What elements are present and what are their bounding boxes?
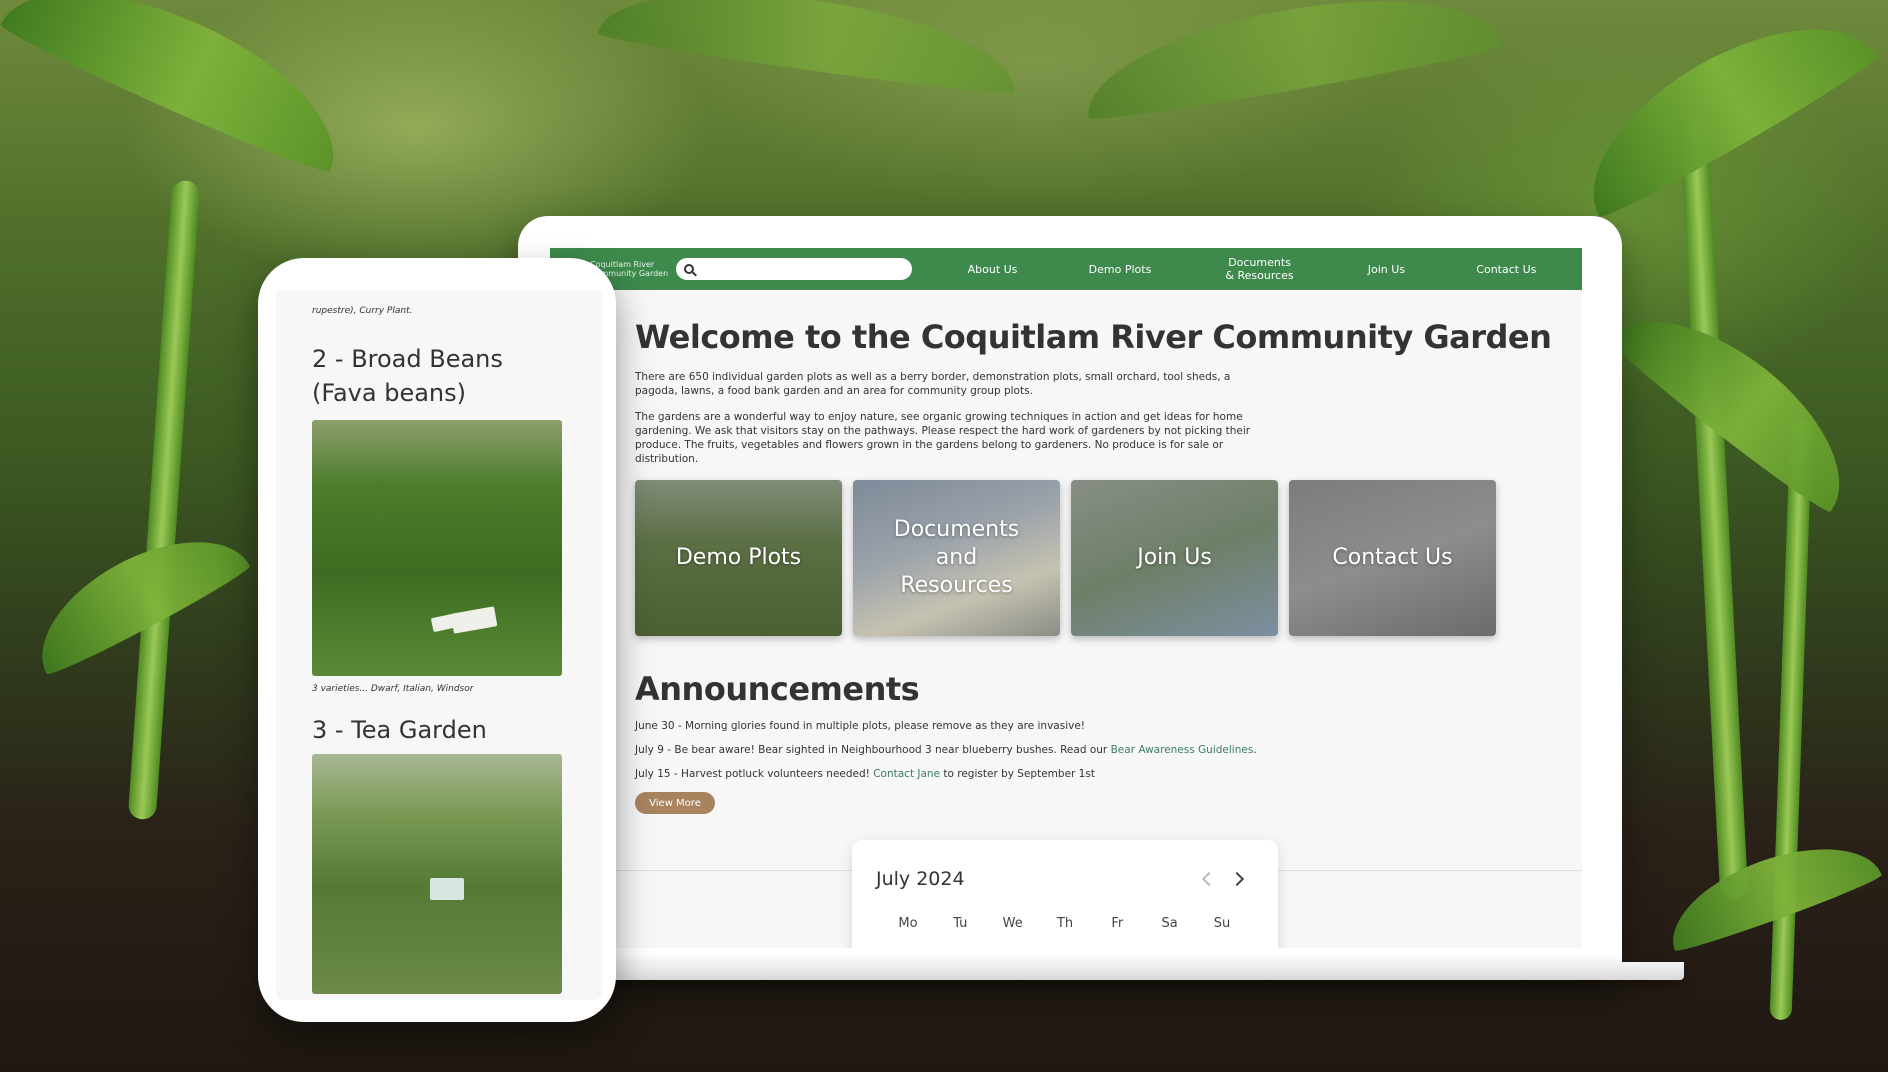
- weekday-label: Fr: [1111, 916, 1124, 931]
- tea-garden-photo: [312, 754, 562, 994]
- corn-leaf: [0, 0, 363, 180]
- corn-leaf: [17, 510, 253, 680]
- top-navbar: Coquitlam River Community Garden About U…: [550, 248, 1582, 290]
- card-documents-resources[interactable]: Documents and Resources: [853, 480, 1060, 636]
- nav-join-us[interactable]: Join Us: [1368, 263, 1405, 276]
- plot-title-broad-beans: 2 - Broad Beans (Fava beans): [312, 345, 503, 407]
- corn-leaf: [1656, 824, 1884, 956]
- weekday-label: Th: [1056, 916, 1074, 931]
- plant-sign: [450, 606, 498, 634]
- phone-top-text: rupestre), Curry Plant.: [312, 306, 413, 316]
- nav-links: About Us Demo Plots Documents & Resource…: [932, 256, 1572, 282]
- weekday-label: Tu: [953, 916, 968, 931]
- announcement-text-end: to register by September 1st: [940, 768, 1095, 780]
- plant-sign: [430, 878, 464, 900]
- calendar-weekdays: Mo Tu We Th Fr Sa Su: [876, 916, 1254, 931]
- search-input[interactable]: [676, 258, 912, 280]
- corn-stalk: [1769, 419, 1813, 1021]
- announcement-item: July 15 - Harvest potluck volunteers nee…: [635, 768, 1582, 780]
- nav-contact-us[interactable]: Contact Us: [1476, 263, 1536, 276]
- search-icon: [684, 264, 694, 274]
- calendar-month: July 2024: [876, 868, 965, 890]
- corn-stalk: [127, 179, 201, 821]
- calendar-header: July 2024: [876, 868, 1254, 890]
- weekday-label: We: [1002, 916, 1023, 931]
- card-label: Documents and Resources: [893, 517, 1020, 598]
- broad-beans-caption: 3 varieties... Dwarf, Italian, Windsor: [312, 684, 474, 694]
- feature-cards: Demo Plots Documents and Resources Join …: [635, 480, 1582, 636]
- card-contact-us[interactable]: Contact Us: [1289, 480, 1496, 636]
- weekday-label: Sa: [1161, 916, 1178, 931]
- weekday-label: Mo: [898, 916, 918, 931]
- page-title: Welcome to the Coquitlam River Community…: [635, 318, 1552, 356]
- plant-sign: [430, 613, 456, 633]
- weekday-label: Su: [1213, 916, 1231, 931]
- chevron-right-icon[interactable]: [1224, 869, 1254, 889]
- card-label: Contact Us: [1332, 545, 1453, 570]
- laptop-screen: Coquitlam River Community Garden About U…: [550, 248, 1582, 948]
- corn-leaf: [1558, 0, 1882, 224]
- intro-paragraph-1: There are 650 individual garden plots as…: [635, 371, 1231, 397]
- announcements-heading: Announcements: [635, 670, 920, 708]
- laptop-base: [600, 962, 1684, 980]
- intro-paragraph-2: The gardens are a wonderful way to enjoy…: [635, 411, 1251, 465]
- nav-documents-resources[interactable]: Documents & Resources: [1223, 256, 1297, 282]
- corn-leaf: [1605, 282, 1875, 518]
- phone-content: rupestre), Curry Plant. 2 - Broad Beans …: [276, 290, 602, 994]
- bear-awareness-link[interactable]: Bear Awareness Guidelines: [1111, 744, 1254, 756]
- chevron-left-icon[interactable]: [1194, 869, 1224, 889]
- announcement-text: July 15 - Harvest potluck volunteers nee…: [635, 768, 874, 780]
- view-more-button[interactable]: View More: [635, 792, 715, 814]
- plot-title-tea-garden: 3 - Tea Garden: [312, 716, 487, 744]
- card-demo-plots[interactable]: Demo Plots: [635, 480, 842, 636]
- announcement-text-end: .: [1253, 744, 1257, 756]
- logo-text-line1: Coquitlam River: [590, 260, 655, 269]
- announcement-text: July 9 - Be bear aware! Bear sighted in …: [635, 744, 1111, 756]
- nav-demo-plots[interactable]: Demo Plots: [1089, 263, 1152, 276]
- corn-stalk: [1679, 119, 1749, 901]
- contact-jane-link[interactable]: Contact Jane: [873, 768, 940, 780]
- corn-leaf: [1076, 0, 1504, 126]
- corn-leaf: [597, 0, 1023, 99]
- card-label: Join Us: [1137, 545, 1212, 570]
- card-label: Demo Plots: [675, 545, 802, 570]
- announcement-item: July 9 - Be bear aware! Bear sighted in …: [635, 744, 1582, 756]
- phone-screen: rupestre), Curry Plant. 2 - Broad Beans …: [276, 290, 602, 1000]
- main-content: Welcome to the Coquitlam River Community…: [550, 290, 1582, 814]
- announcement-item: June 30 - Morning glories found in multi…: [635, 720, 1582, 732]
- card-join-us[interactable]: Join Us: [1071, 480, 1278, 636]
- calendar-widget: July 2024 Mo Tu We Th Fr Sa Su: [852, 840, 1278, 948]
- nav-about-us[interactable]: About Us: [968, 263, 1018, 276]
- broad-beans-photo: [312, 420, 562, 676]
- announcement-text: June 30 - Morning glories found in multi…: [635, 720, 1085, 732]
